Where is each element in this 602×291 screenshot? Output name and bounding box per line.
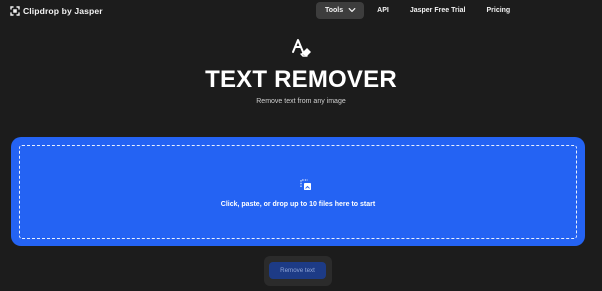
tool-hero: TEXT REMOVER Remove text from any image [0, 37, 602, 106]
main-navigation: Tools API Jasper Free Trial Pricing [316, 1, 531, 19]
dropzone-instructions: Click, paste, or drop up to 10 files her… [220, 201, 376, 208]
page-subtitle: Remove text from any image [256, 98, 346, 105]
text-eraser-icon [292, 39, 311, 57]
brand-name: Clipdrop by Jasper [23, 5, 103, 16]
file-dropzone[interactable]: Click, paste, or drop up to 10 files her… [11, 137, 585, 246]
api-link-label: API [377, 6, 389, 14]
jasper-free-trial-label: Jasper Free Trial [409, 6, 466, 14]
dropzone-dashed-area[interactable]: Click, paste, or drop up to 10 files her… [19, 145, 577, 239]
page-title: TEXT REMOVER [205, 66, 397, 93]
upload-images-icon [300, 179, 311, 190]
pricing-link[interactable]: Pricing [486, 2, 510, 19]
api-link[interactable]: API [377, 2, 389, 19]
clipdrop-logo-icon [10, 5, 20, 16]
tools-menu-button[interactable]: Tools [316, 1, 365, 19]
action-bar: Remove text [264, 256, 332, 286]
pricing-link-label: Pricing [486, 6, 511, 14]
remove-text-button[interactable]: Remove text [269, 262, 326, 279]
brand-link[interactable]: Clipdrop by Jasper [10, 4, 103, 17]
chevron-down-icon [348, 8, 356, 12]
tools-menu-label: Tools [325, 6, 344, 14]
top-navigation-bar: Clipdrop by Jasper Tools API Jasper Free… [0, 0, 602, 22]
jasper-free-trial-link[interactable]: Jasper Free Trial [410, 2, 466, 19]
